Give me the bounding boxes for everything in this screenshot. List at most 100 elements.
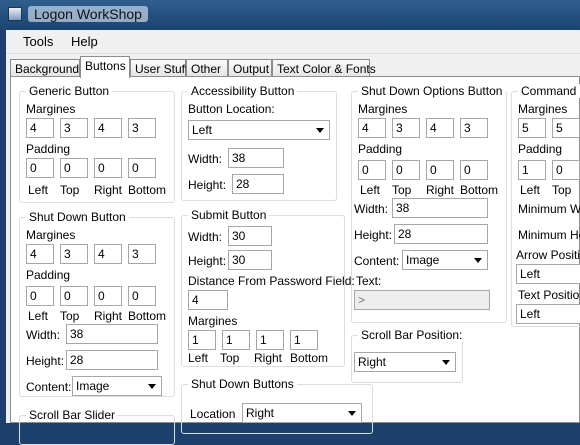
margin-top-field[interactable]: 5 bbox=[552, 118, 580, 138]
bottom-label: Bottom bbox=[460, 183, 499, 197]
height-field[interactable]: 28 bbox=[232, 174, 284, 194]
margin-top-field[interactable]: 1 bbox=[222, 330, 250, 350]
margin-left-field[interactable]: 4 bbox=[26, 118, 54, 138]
padding-right-field[interactable]: 0 bbox=[94, 158, 122, 178]
tab-background[interactable]: Background bbox=[10, 59, 80, 77]
arrow-position-dropdown[interactable]: Left bbox=[516, 264, 580, 284]
margin-left-field[interactable]: 4 bbox=[26, 244, 54, 264]
height-field[interactable]: 28 bbox=[394, 224, 488, 244]
padding-right-field[interactable]: 0 bbox=[94, 286, 122, 306]
width-label: Width: bbox=[26, 328, 61, 342]
margin-bottom-field[interactable]: 3 bbox=[128, 118, 156, 138]
margin-left-field[interactable]: 1 bbox=[188, 330, 216, 350]
title-bar: Logon WorkShop bbox=[0, 0, 580, 30]
padding-left-field[interactable]: 0 bbox=[26, 158, 54, 178]
margin-bottom-field[interactable]: 3 bbox=[128, 244, 156, 264]
right-label: Right bbox=[94, 309, 123, 323]
height-label: Height: bbox=[26, 354, 65, 368]
padding-left-field[interactable]: 0 bbox=[26, 286, 54, 306]
padding-label: Padding bbox=[358, 142, 403, 156]
margin-right-field[interactable]: 4 bbox=[94, 118, 122, 138]
app-icon bbox=[8, 7, 22, 21]
width-field[interactable]: 38 bbox=[66, 324, 158, 344]
margin-top-field[interactable]: 3 bbox=[60, 118, 88, 138]
height-label: Height: bbox=[188, 178, 227, 192]
min-width-label: Minimum Widt bbox=[518, 202, 580, 216]
chevron-down-icon bbox=[316, 128, 324, 133]
shutdown-button-group: Shut Down Button Margines 4 3 4 3 Paddin… bbox=[19, 210, 175, 397]
generic-button-group: Generic Button Margines 4 3 4 3 Padding … bbox=[19, 84, 175, 203]
margin-right-field[interactable]: 4 bbox=[94, 244, 122, 264]
distance-field[interactable]: 4 bbox=[188, 290, 228, 310]
margin-bottom-field[interactable]: 1 bbox=[290, 330, 318, 350]
text-position-dropdown[interactable]: Left bbox=[516, 304, 580, 324]
text-field: > bbox=[354, 290, 490, 310]
arrow-position-label: Arrow Position bbox=[516, 248, 580, 262]
menu-bar: Tools Help bbox=[6, 30, 580, 54]
content-dropdown-value: Image bbox=[406, 253, 440, 267]
padding-left-field[interactable]: 0 bbox=[358, 160, 386, 180]
window-title: Logon WorkShop bbox=[28, 6, 148, 22]
buttons-tab-panel: Generic Button Margines 4 3 4 3 Padding … bbox=[10, 76, 580, 445]
height-field[interactable]: 30 bbox=[228, 250, 272, 270]
margin-top-field[interactable]: 3 bbox=[392, 118, 420, 138]
right-label: Right bbox=[94, 183, 123, 197]
margin-bottom-field[interactable]: 3 bbox=[460, 118, 488, 138]
padding-top-field[interactable]: 0 bbox=[60, 158, 88, 178]
margin-left-field[interactable]: 4 bbox=[358, 118, 386, 138]
bottom-label: Bottom bbox=[290, 351, 329, 365]
generic-button-title: Generic Button bbox=[26, 84, 113, 98]
tab-text-color-fonts[interactable]: Text Color & Fonts bbox=[272, 59, 376, 77]
margines-label: Margines bbox=[26, 102, 76, 116]
left-label: Left bbox=[188, 351, 209, 365]
padding-bottom-field[interactable]: 0 bbox=[460, 160, 488, 180]
margines-label: Margines bbox=[518, 102, 568, 116]
chevron-down-icon bbox=[148, 384, 156, 389]
menu-help[interactable]: Help bbox=[71, 34, 98, 49]
content-dropdown[interactable]: Image bbox=[72, 376, 162, 396]
bottom-label: Bottom bbox=[128, 183, 167, 197]
margines-label: Margines bbox=[188, 314, 238, 328]
left-label: Left bbox=[28, 183, 49, 197]
command-button-group: Command Bu Margines 5 5 Padding 1 0 Left… bbox=[511, 84, 580, 327]
shutdown-button-title: Shut Down Button bbox=[26, 210, 129, 224]
margin-right-field[interactable]: 1 bbox=[256, 330, 284, 350]
location-dropdown[interactable]: Right bbox=[242, 403, 362, 423]
scroll-bar-position-title: Scroll Bar Position: bbox=[358, 328, 466, 342]
width-field[interactable]: 30 bbox=[228, 226, 272, 246]
padding-top-field[interactable]: 0 bbox=[60, 286, 88, 306]
margin-right-field[interactable]: 4 bbox=[426, 118, 454, 138]
padding-right-field[interactable]: 0 bbox=[426, 160, 454, 180]
padding-left-field[interactable]: 1 bbox=[518, 160, 546, 180]
padding-top-field[interactable]: 0 bbox=[392, 160, 420, 180]
top-label: Top bbox=[60, 183, 80, 197]
margin-top-field[interactable]: 3 bbox=[60, 244, 88, 264]
text-position-label: Text Position bbox=[518, 288, 580, 302]
margines-label: Margines bbox=[358, 102, 408, 116]
top-label: Top bbox=[552, 183, 572, 197]
tab-output[interactable]: Output bbox=[228, 59, 272, 77]
width-field[interactable]: 38 bbox=[228, 148, 284, 168]
scroll-bar-position-value: Right bbox=[358, 355, 387, 369]
content-dropdown[interactable]: Image bbox=[402, 250, 488, 270]
margines-label: Margines bbox=[26, 228, 76, 242]
padding-bottom-field[interactable]: 0 bbox=[128, 286, 156, 306]
padding-bottom-field[interactable]: 0 bbox=[128, 158, 156, 178]
height-field[interactable]: 28 bbox=[66, 350, 158, 370]
height-label: Height: bbox=[354, 228, 393, 242]
top-label: Top bbox=[220, 351, 240, 365]
padding-top-field[interactable]: 0 bbox=[552, 160, 580, 180]
button-location-dropdown[interactable]: Left bbox=[188, 120, 330, 140]
width-field[interactable]: 38 bbox=[392, 198, 488, 218]
margin-left-field[interactable]: 5 bbox=[518, 118, 546, 138]
width-label: Width: bbox=[188, 152, 223, 166]
chevron-down-icon bbox=[474, 258, 482, 263]
tab-user-stuff[interactable]: User Stuff bbox=[130, 59, 188, 77]
scroll-bar-position-dropdown[interactable]: Right bbox=[354, 352, 456, 372]
menu-tools[interactable]: Tools bbox=[23, 34, 53, 49]
text-label: Text: bbox=[356, 274, 382, 288]
tab-other[interactable]: Other bbox=[186, 59, 228, 77]
tab-buttons[interactable]: Buttons bbox=[80, 56, 130, 78]
content-label: Content: bbox=[354, 254, 400, 268]
padding-label: Padding bbox=[518, 142, 563, 156]
